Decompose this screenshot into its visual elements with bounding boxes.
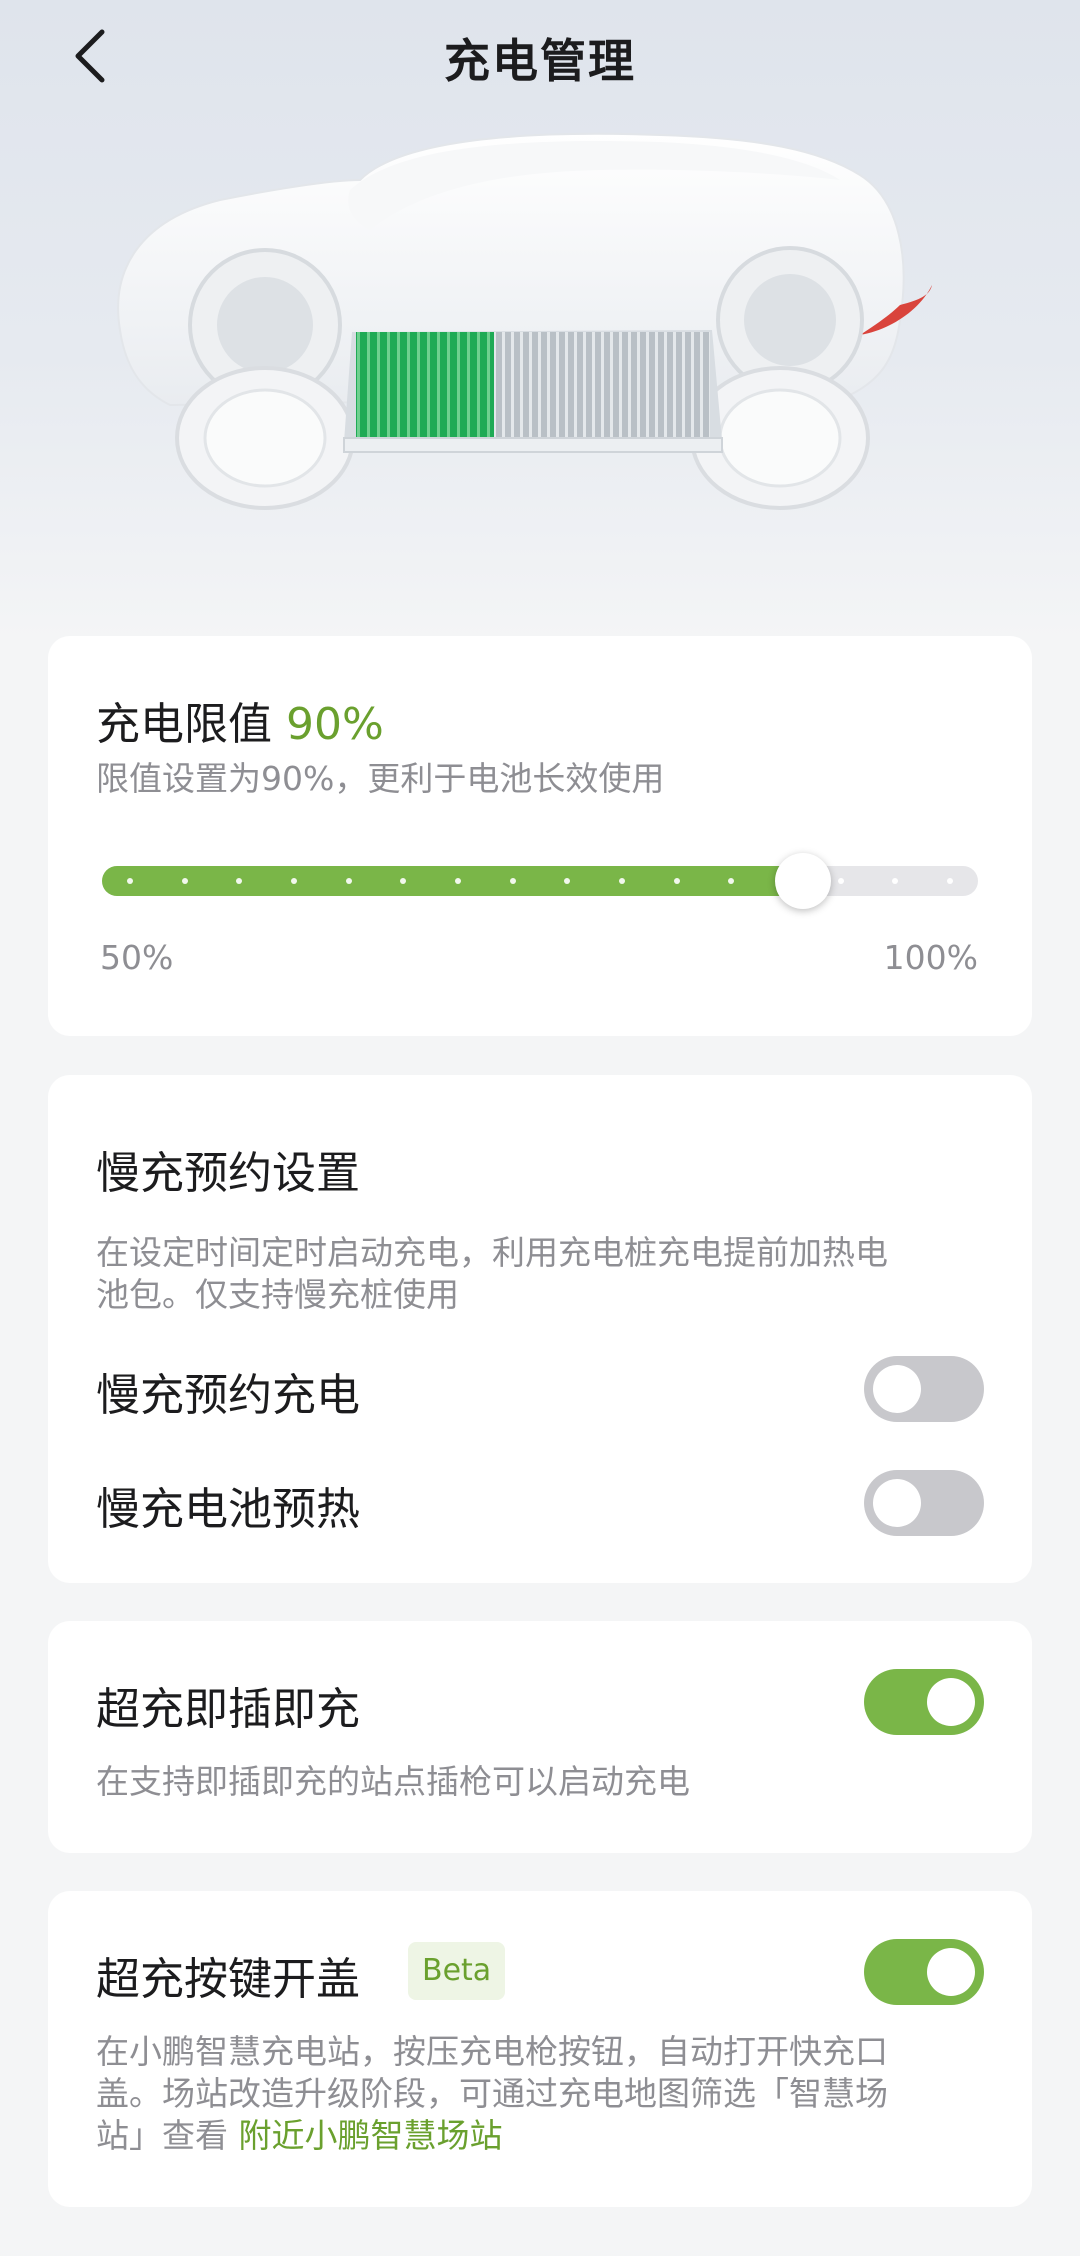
slow-charge-desc-line2: 池包。仅支持慢充桩使用 [96,1275,459,1314]
slider-step-dot [947,878,953,884]
charge-limit-card: 充电限值 90% 限值设置为90%，更利于电池长效使用 50% 100% [48,636,1032,1036]
slider-step-dot [127,878,133,884]
car-battery-illustration [117,132,932,510]
slider-step-dot [236,878,242,884]
battery-preheat-label: 慢充电池预热 [96,1484,360,1535]
slider-step-dot [400,878,406,884]
button-lid-toggle[interactable] [864,1939,984,2005]
slider-step-dot [291,878,297,884]
slider-thumb[interactable] [775,853,831,909]
page-title: 充电管理 [444,34,636,88]
back-button[interactable] [60,26,120,86]
button-lid-title: 超充按键开盖 [96,1954,360,2005]
chevron-left-icon [75,29,105,83]
button-lid-desc-prefix: 站」查看 [96,2116,239,2155]
slider-step-dot [564,878,570,884]
plug-charge-desc: 在支持即插即充的站点插枪可以启动充电 [96,1762,690,1801]
button-lid-desc-line1: 在小鹏智慧充电站，按压充电枪按钮，自动打开快充口 [96,2032,888,2071]
slider-min-label: 50% [100,938,174,977]
plug-charge-toggle[interactable] [864,1669,984,1735]
slider-step-dot [674,878,680,884]
charge-limit-title: 充电限值 90% [96,688,384,752]
toggle-knob [927,1948,975,1996]
slider-step-dot [346,878,352,884]
charge-limit-label: 充电限值 [96,699,272,750]
slider-step-dot [510,878,516,884]
scheduled-charge-toggle[interactable] [864,1356,984,1422]
charge-limit-desc: 限值设置为90%，更利于电池长效使用 [96,759,665,798]
plug-charge-card: 超充即插即充 在支持即插即充的站点插枪可以启动充电 [48,1621,1032,1853]
plug-charge-title: 超充即插即充 [96,1684,360,1735]
slider-step-dot [728,878,734,884]
slider-step-dot [892,878,898,884]
slider-step-dot [455,878,461,884]
button-lid-desc-line3: 站」查看 附近小鹏智慧场站 [96,2115,503,2157]
toggle-knob [873,1479,921,1527]
nav-bar: 充电管理 [0,0,1080,120]
button-lid-desc-line2: 盖。场站改造升级阶段，可通过充电地图筛选「智慧场 [96,2074,888,2113]
beta-badge: Beta [408,1942,506,2000]
slow-charge-desc-line1: 在设定时间定时启动充电，利用充电桩充电提前加热电 [96,1233,888,1272]
slider-step-dot [182,878,188,884]
slow-charge-title: 慢充预约设置 [96,1148,360,1199]
scheduled-charge-label: 慢充预约充电 [96,1370,360,1421]
slider-step-dots [102,866,978,896]
slider-step-dot [838,878,844,884]
charge-limit-value: 90% [286,699,384,750]
toggle-knob [873,1365,921,1413]
slow-charge-card: 慢充预约设置 在设定时间定时启动充电，利用充电桩充电提前加热电 池包。仅支持慢充… [48,1075,1032,1583]
slider-step-dot [619,878,625,884]
charge-limit-slider[interactable] [102,853,978,909]
battery-preheat-toggle[interactable] [864,1470,984,1536]
button-lid-card: 超充按键开盖 Beta 在小鹏智慧充电站，按压充电枪按钮，自动打开快充口 盖。场… [48,1891,1032,2207]
slider-max-label: 100% [883,938,978,977]
toggle-knob [927,1678,975,1726]
nearby-smart-stations-link[interactable]: 附近小鹏智慧场站 [239,2116,503,2155]
